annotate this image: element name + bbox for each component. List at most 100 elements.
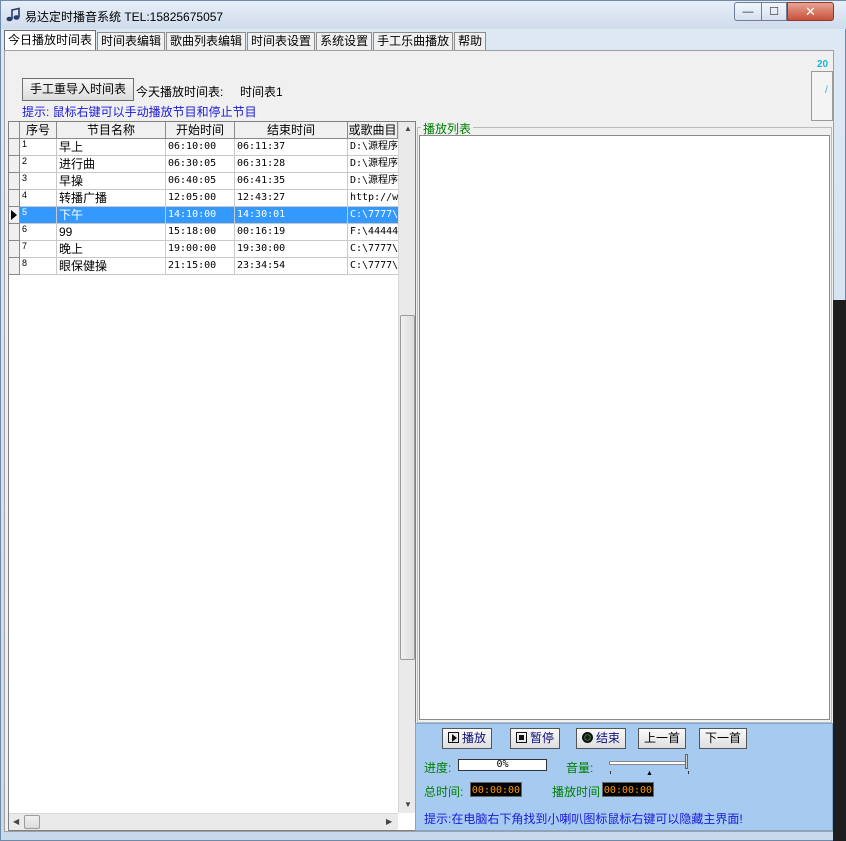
tab-bar: 今日播放时间表 时间表编辑 歌曲列表编辑 时间表设置 系统设置 手工乐曲播放 帮… bbox=[4, 30, 487, 51]
column-header-start[interactable]: 开始时间 bbox=[166, 122, 235, 139]
row-indicator bbox=[9, 173, 20, 190]
clock-text: 20 bbox=[817, 59, 829, 70]
minimize-button[interactable]: — bbox=[734, 2, 761, 21]
main-window: 易达定时播音系统 TEL:15825675057 — ☐ ✕ 今日播放时间表 时… bbox=[0, 0, 846, 841]
row-indicator bbox=[9, 156, 20, 173]
next-track-button[interactable]: 下一首 bbox=[699, 728, 747, 749]
pause-button[interactable]: 暂停 bbox=[510, 728, 560, 749]
tab-schedule-edit[interactable]: 时间表编辑 bbox=[97, 32, 166, 50]
cell-start-time: 06:10:00 bbox=[166, 139, 235, 156]
progress-label: 进度: bbox=[424, 761, 452, 775]
cell-no: 1 bbox=[20, 139, 57, 156]
cell-start-time: 19:00:00 bbox=[166, 241, 235, 258]
cell-end-time: 14:30:01 bbox=[235, 207, 348, 224]
cell-end-time: 12:43:27 bbox=[235, 190, 348, 207]
cell-no: 4 bbox=[20, 190, 57, 207]
table-row[interactable]: 8 眼保健操 21:15:00 23:34:54 C:\7777\ bbox=[9, 258, 398, 275]
clock-panel bbox=[811, 71, 833, 121]
horizontal-scrollbar[interactable]: ◀ ▶ bbox=[9, 813, 398, 830]
cell-end-time: 06:31:28 bbox=[235, 156, 348, 173]
stop-icon bbox=[581, 732, 593, 743]
cell-name: 99 bbox=[57, 224, 166, 241]
cell-file-path: F:\44444 bbox=[348, 224, 398, 241]
cell-file-path: C:\7777\ bbox=[348, 241, 398, 258]
column-header-name[interactable]: 节目名称 bbox=[57, 122, 166, 139]
tab-schedule-settings[interactable]: 时间表设置 bbox=[247, 32, 316, 50]
play-button[interactable]: 播放 bbox=[442, 728, 492, 749]
column-header-end[interactable]: 结束时间 bbox=[235, 122, 348, 139]
cell-name: 眼保健操 bbox=[57, 258, 166, 275]
stop-label: 结束 bbox=[595, 731, 620, 745]
horizontal-scroll-thumb[interactable] bbox=[24, 815, 40, 829]
cell-no: 7 bbox=[20, 241, 57, 258]
cell-name: 早上 bbox=[57, 139, 166, 156]
cell-no: 6 bbox=[20, 224, 57, 241]
play-icon bbox=[447, 732, 459, 743]
cell-name: 转播广播 bbox=[57, 190, 166, 207]
volume-slider[interactable] bbox=[609, 761, 687, 765]
cell-name: 进行曲 bbox=[57, 156, 166, 173]
scroll-down-icon[interactable]: ▼ bbox=[404, 800, 412, 809]
playlist-list[interactable] bbox=[419, 135, 830, 720]
right-click-hint: 提示: 鼠标右键可以手动播放节目和停止节目 bbox=[22, 105, 257, 119]
tab-manual-music-play[interactable]: 手工乐曲播放 bbox=[373, 32, 454, 50]
tab-system-settings[interactable]: 系统设置 bbox=[316, 32, 373, 50]
tray-hint: 提示:在电脑右下角找到小喇叭图标鼠标右键可以隐藏主界面! bbox=[424, 812, 743, 826]
vertical-scrollbar[interactable]: ▲ ▼ bbox=[398, 122, 415, 813]
column-header-path[interactable]: 或歌曲目 bbox=[348, 122, 398, 139]
cell-end-time: 00:16:19 bbox=[235, 224, 348, 241]
table-row[interactable]: 7 晚上 19:00:00 19:30:00 C:\7777\ bbox=[9, 241, 398, 258]
cell-file-path: http://w bbox=[348, 190, 398, 207]
title-bar[interactable]: 易达定时播音系统 TEL:15825675057 — ☐ ✕ bbox=[1, 1, 846, 29]
cell-file-path: D:\源程序 bbox=[348, 139, 398, 156]
tab-help[interactable]: 帮助 bbox=[454, 32, 487, 50]
row-indicator-header bbox=[9, 122, 20, 139]
scroll-right-icon[interactable]: ▶ bbox=[386, 817, 392, 826]
volume-label: 音量: bbox=[566, 761, 594, 775]
volume-tick bbox=[610, 771, 611, 774]
maximize-button[interactable]: ☐ bbox=[761, 2, 787, 21]
close-button[interactable]: ✕ bbox=[787, 2, 834, 21]
clock-mark: / bbox=[825, 85, 828, 96]
progress-bar[interactable]: 0% bbox=[458, 759, 547, 771]
scroll-up-icon[interactable]: ▲ bbox=[404, 124, 412, 133]
cell-name: 下午 bbox=[57, 207, 166, 224]
tab-song-list-edit[interactable]: 歌曲列表编辑 bbox=[166, 32, 247, 50]
play-time-display: 00:00:00 bbox=[602, 782, 654, 797]
volume-slider-thumb[interactable] bbox=[685, 754, 688, 769]
schedule-grid[interactable]: 序号 节目名称 开始时间 结束时间 或歌曲目 1 早上 06:10:00 06:11:… bbox=[8, 121, 416, 831]
volume-tick bbox=[688, 771, 689, 774]
row-indicator bbox=[9, 224, 20, 241]
cell-file-path: D:\源程序 bbox=[348, 156, 398, 173]
cell-start-time: 06:30:05 bbox=[166, 156, 235, 173]
current-row-arrow-icon bbox=[11, 210, 17, 220]
table-row[interactable]: 4 转播广播 12:05:00 12:43:27 http://w bbox=[9, 190, 398, 207]
reimport-schedule-button[interactable]: 手工重导入时间表 bbox=[22, 78, 134, 101]
minimize-icon: — bbox=[742, 5, 754, 18]
cell-start-time: 15:18:00 bbox=[166, 224, 235, 241]
row-indicator bbox=[9, 207, 20, 224]
tab-today-schedule[interactable]: 今日播放时间表 bbox=[4, 30, 97, 50]
table-row[interactable]: 3 早操 06:40:05 06:41:35 D:\源程序 bbox=[9, 173, 398, 190]
cell-start-time: 21:15:00 bbox=[166, 258, 235, 275]
progress-text: 0% bbox=[496, 759, 509, 770]
schedule-grid-body: 序号 节目名称 开始时间 结束时间 或歌曲目 1 早上 06:10:00 06:11:… bbox=[9, 122, 398, 812]
maximize-icon: ☐ bbox=[769, 6, 779, 18]
table-header: 序号 节目名称 开始时间 结束时间 或歌曲目 bbox=[9, 122, 398, 139]
cell-no: 5 bbox=[20, 207, 57, 224]
cell-no: 2 bbox=[20, 156, 57, 173]
row-indicator bbox=[9, 190, 20, 207]
play-label: 播放 bbox=[461, 731, 486, 745]
table-row[interactable]: 2 进行曲 06:30:05 06:31:28 D:\源程序 bbox=[9, 156, 398, 173]
vertical-scroll-thumb[interactable] bbox=[400, 315, 415, 660]
column-header-no[interactable]: 序号 bbox=[20, 122, 57, 139]
table-row[interactable]: 5 下午 14:10:00 14:30:01 C:\7777\ bbox=[9, 207, 398, 224]
cell-end-time: 23:34:54 bbox=[235, 258, 348, 275]
scroll-left-icon[interactable]: ◀ bbox=[13, 817, 19, 826]
previous-track-button[interactable]: 上一首 bbox=[638, 728, 686, 749]
table-row[interactable]: 1 早上 06:10:00 06:11:37 D:\源程序 bbox=[9, 139, 398, 156]
cell-no: 3 bbox=[20, 173, 57, 190]
stop-button[interactable]: 结束 bbox=[576, 728, 626, 749]
total-time-label: 总时间: bbox=[424, 785, 464, 799]
table-row[interactable]: 6 99 15:18:00 00:16:19 F:\44444 bbox=[9, 224, 398, 241]
